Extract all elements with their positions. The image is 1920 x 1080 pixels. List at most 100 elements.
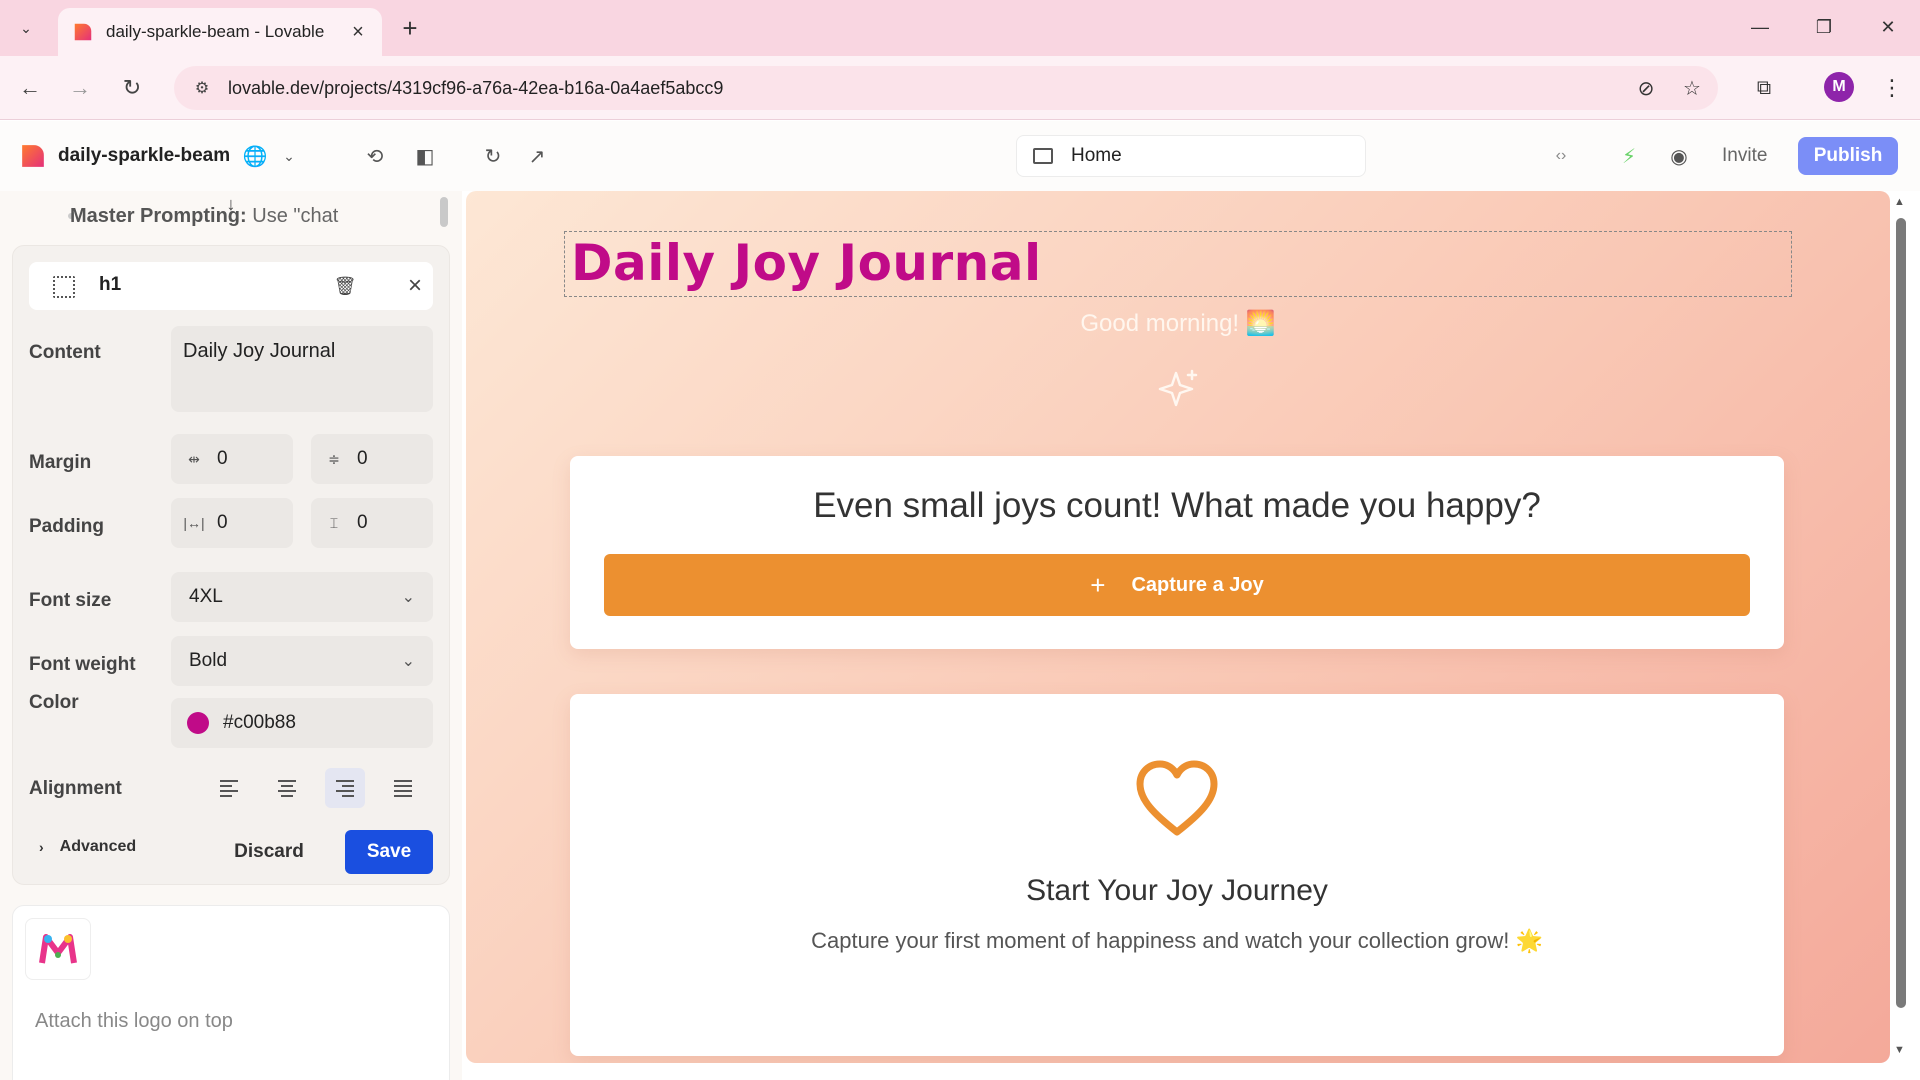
- font-weight-value: Bold: [189, 650, 228, 671]
- capture-joy-button[interactable]: + Capture a Joy: [604, 554, 1750, 616]
- omnibox[interactable]: ⚙ lovable.dev/projects/4319cf96-a76a-42e…: [174, 66, 1718, 110]
- github-icon[interactable]: ◉: [1666, 143, 1692, 169]
- preview-scrollbar-thumb[interactable]: [1896, 218, 1906, 1008]
- scroll-down-icon[interactable]: ▼: [1894, 1044, 1905, 1056]
- refresh-preview-icon[interactable]: ↻: [480, 143, 506, 169]
- horizontal-spacing-icon: ⇹: [188, 450, 200, 467]
- app-preview: Daily Joy Journal Good morning! 🌅 Even s…: [466, 191, 1890, 1063]
- forward-icon[interactable]: →: [64, 72, 96, 104]
- save-button[interactable]: Save: [345, 830, 433, 874]
- attachment-message: Attach this logo on top: [35, 1010, 233, 1032]
- vertical-spacing-icon: ≑: [328, 450, 340, 467]
- site-settings-icon[interactable]: ⚙: [190, 76, 214, 100]
- lovable-logo-icon[interactable]: [20, 143, 46, 169]
- advanced-label: Advanced: [59, 838, 137, 855]
- close-editor-icon[interactable]: ×: [401, 272, 429, 300]
- editor-header: h1 🗑 ×: [29, 262, 433, 310]
- monitor-icon: [1033, 148, 1053, 164]
- browser-tab-bar: ⌄ daily-sparkle-beam - Lovable × + — ❐ ✕: [0, 0, 1920, 56]
- element-editor-card: h1 🗑 × Content Daily Joy Journal Margin …: [12, 245, 450, 885]
- back-icon[interactable]: ←: [14, 72, 46, 104]
- profile-avatar[interactable]: M: [1824, 72, 1854, 102]
- bookmark-star-icon[interactable]: ☆: [1676, 72, 1708, 104]
- globe-icon[interactable]: 🌐: [242, 143, 268, 169]
- heart-icon: [1136, 760, 1218, 836]
- align-center-icon: [278, 779, 296, 797]
- chat-message-line: Master Prompting: Use "chat: [70, 205, 338, 228]
- discard-button[interactable]: Discard: [229, 830, 309, 874]
- font-size-label: Font size: [29, 590, 112, 611]
- empty-state-card: Start Your Joy Journey Capture your firs…: [570, 694, 1784, 1056]
- browser-tab[interactable]: daily-sparkle-beam - Lovable ×: [58, 8, 382, 56]
- capture-card: Even small joys count! What made you hap…: [570, 456, 1784, 649]
- invite-button[interactable]: Invite: [1710, 139, 1779, 173]
- tab-title: daily-sparkle-beam - Lovable: [106, 22, 325, 41]
- project-name[interactable]: daily-sparkle-beam: [58, 145, 230, 167]
- align-right-icon: [336, 779, 354, 797]
- scroll-up-icon[interactable]: ▲: [1894, 196, 1905, 208]
- project-chevron-down-icon[interactable]: ⌄: [276, 143, 302, 169]
- padding-y-input[interactable]: ⌶ 0: [311, 498, 433, 548]
- align-justify-icon: [394, 779, 412, 797]
- history-icon[interactable]: ⟲: [362, 143, 388, 169]
- close-tab-icon[interactable]: ×: [346, 20, 370, 44]
- font-size-value: 4XL: [189, 586, 223, 607]
- supabase-bolt-icon[interactable]: ⚡: [1616, 143, 1642, 169]
- element-tag: h1: [99, 274, 122, 295]
- restore-icon[interactable]: ❐: [1804, 10, 1844, 44]
- code-icon[interactable]: ‹›: [1548, 143, 1574, 169]
- open-in-new-icon[interactable]: ↗: [524, 143, 550, 169]
- chat-scrollbar[interactable]: [440, 197, 448, 227]
- minimize-icon[interactable]: —: [1740, 10, 1780, 44]
- route-label: Home: [1071, 145, 1122, 166]
- horizontal-padding-icon: |↔|: [183, 515, 205, 531]
- empty-state-title: Start Your Joy Journey: [1026, 874, 1328, 907]
- window-close-icon[interactable]: ✕: [1868, 10, 1908, 44]
- browser-menu-icon[interactable]: ⋮: [1878, 72, 1906, 104]
- scroll-to-bottom-icon[interactable]: ↓: [218, 191, 244, 217]
- padding-label: Padding: [29, 516, 104, 537]
- route-selector[interactable]: Home: [1016, 135, 1366, 177]
- chat-attachment-card: Attach this logo on top: [12, 905, 450, 1080]
- new-tab-icon[interactable]: +: [396, 13, 424, 43]
- font-size-select[interactable]: 4XL ⌄: [171, 572, 433, 622]
- reload-icon[interactable]: ↻: [116, 72, 148, 104]
- padding-y-value: 0: [357, 512, 368, 533]
- margin-y-input[interactable]: ≑ 0: [311, 434, 433, 484]
- margin-x-input[interactable]: ⇹ 0: [171, 434, 293, 484]
- color-value: #c00b88: [223, 712, 296, 733]
- sidebar-toggle-icon[interactable]: ◧: [412, 143, 438, 169]
- url-text[interactable]: lovable.dev/projects/4319cf96-a76a-42ea-…: [228, 78, 1718, 99]
- vertical-padding-icon: ⌶: [329, 514, 339, 531]
- preview-scrollbar[interactable]: ▲ ▼: [1888, 196, 1912, 1062]
- color-input[interactable]: #c00b88: [171, 698, 433, 748]
- master-prompting-rest: Use "chat: [246, 205, 339, 227]
- content-label: Content: [29, 342, 101, 363]
- padding-x-input[interactable]: |↔| 0: [171, 498, 293, 548]
- publish-button[interactable]: Publish: [1798, 137, 1898, 175]
- chevron-right-icon: ›: [39, 839, 44, 855]
- color-swatch[interactable]: [187, 712, 209, 734]
- sparkles-icon: [1158, 369, 1198, 407]
- extensions-icon[interactable]: ⧉: [1748, 72, 1780, 104]
- font-weight-select[interactable]: Bold ⌄: [171, 636, 433, 686]
- align-center-button[interactable]: [267, 768, 307, 808]
- tracking-protection-icon[interactable]: ⊘: [1630, 72, 1662, 104]
- advanced-toggle[interactable]: › Advanced: [39, 838, 136, 856]
- align-right-button[interactable]: [325, 768, 365, 808]
- attached-logo-thumbnail[interactable]: [25, 918, 91, 980]
- content-input[interactable]: Daily Joy Journal: [171, 326, 433, 412]
- capture-joy-label: Capture a Joy: [1131, 573, 1264, 596]
- m-logo-icon: [39, 934, 77, 964]
- font-weight-label: Font weight: [29, 654, 136, 675]
- align-left-button[interactable]: [209, 768, 249, 808]
- alignment-label: Alignment: [29, 778, 122, 799]
- app-header: daily-sparkle-beam 🌐 ⌄ ⟲ ◧ ↻ ↗ Home ‹› ⚡…: [0, 121, 1920, 191]
- selected-element-outline[interactable]: Daily Joy Journal: [564, 231, 1792, 297]
- align-justify-button[interactable]: [383, 768, 423, 808]
- chevron-down-icon: ⌄: [401, 653, 415, 670]
- tab-search-chevron-icon[interactable]: ⌄: [12, 14, 40, 42]
- trash-icon[interactable]: 🗑: [333, 274, 357, 298]
- color-label: Color: [29, 692, 79, 713]
- page-heading[interactable]: Daily Joy Journal: [571, 234, 1042, 292]
